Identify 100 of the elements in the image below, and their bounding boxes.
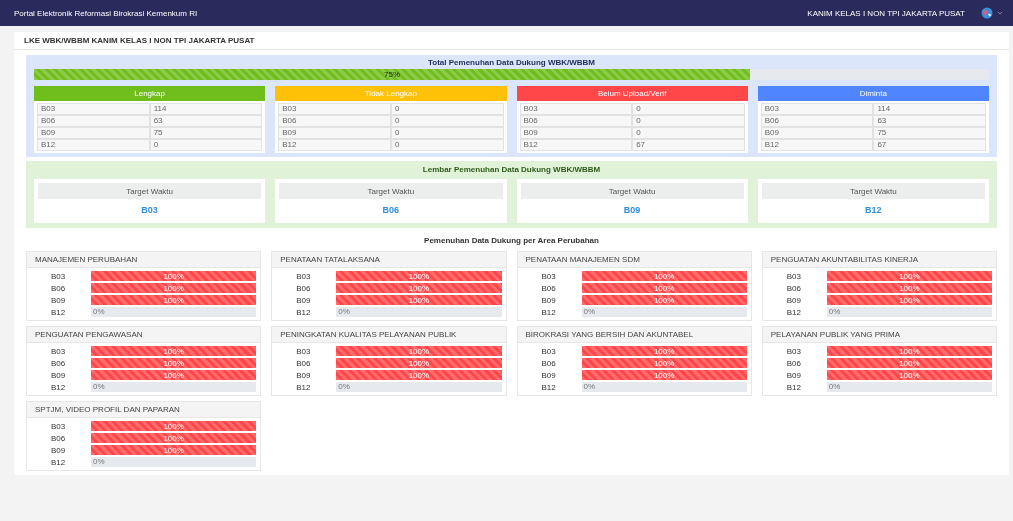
- progress-fill: 100%: [581, 346, 747, 356]
- progress-reading: 0%: [93, 457, 105, 467]
- progress-fill: 100%: [826, 271, 992, 281]
- progress-fill: 100%: [91, 346, 257, 356]
- period-label: B03: [540, 346, 557, 356]
- progress-fill: 100%: [91, 271, 257, 281]
- area-name: PENATAAN MANAJEMEN SDM: [517, 252, 751, 268]
- period-label: B06: [540, 283, 557, 293]
- target-link[interactable]: B03: [38, 205, 262, 215]
- progress-fill: 100%: [581, 271, 747, 281]
- table-cell: 75: [873, 127, 986, 139]
- progress-fill: 100%: [826, 283, 992, 293]
- progress-fill: 75%: [34, 69, 751, 80]
- period-label: B09: [540, 370, 557, 380]
- progress-fill: 100%: [336, 358, 502, 368]
- category-header: Diminta: [757, 86, 989, 101]
- target-link[interactable]: B12: [761, 205, 985, 215]
- category-header: Belum Upload/Verif: [516, 86, 748, 101]
- table-cell: 0: [390, 103, 504, 115]
- period-label: B06: [50, 283, 67, 293]
- table-cell: B06: [37, 115, 150, 127]
- period-label: B06: [785, 358, 802, 368]
- period-label: B03: [50, 271, 67, 281]
- areas-title: Pemenuhan Data Dukung per Area Perubahan: [423, 236, 600, 245]
- progress-reading: 0%: [338, 307, 350, 317]
- progress-fill: 100%: [336, 370, 502, 380]
- table-cell: B12: [760, 139, 874, 151]
- period-label: B09: [295, 370, 312, 380]
- target-label: Target Waktu: [279, 183, 503, 199]
- period-label: B12: [50, 307, 67, 317]
- user-name[interactable]: KANIM KELAS I NON TPI JAKARTA PUSAT: [807, 8, 965, 18]
- period-label: B12: [295, 307, 312, 317]
- period-label: B12: [540, 382, 557, 392]
- period-label: B03: [785, 271, 802, 281]
- table-cell: 67: [873, 139, 986, 151]
- progress-reading: 0%: [828, 307, 841, 317]
- table-cell: 0: [149, 139, 263, 151]
- table-cell: B03: [519, 103, 633, 115]
- caret-icon[interactable]: [997, 10, 1003, 16]
- progress-fill: 100%: [581, 358, 747, 368]
- progress-reading: 0%: [93, 307, 105, 317]
- table-cell: 0: [390, 127, 504, 139]
- table-cell: 63: [873, 115, 986, 127]
- progress-reading: 0%: [583, 307, 596, 317]
- period-label: B06: [50, 433, 67, 443]
- progress-fill: 100%: [336, 295, 502, 305]
- period-label: B09: [50, 445, 67, 455]
- period-label: B12: [295, 382, 312, 392]
- category-header: Tidak Lengkap: [275, 86, 507, 101]
- area-name: PENINGKATAN KUALITAS PELAYANAN PUBLIK: [272, 327, 506, 343]
- area-name: PELAYANAN PUBLIK YANG PRIMA: [762, 327, 996, 343]
- table-cell: B03: [760, 103, 874, 115]
- area-name: SPTJM, VIDEO PROFIL DAN PAPARAN: [27, 402, 261, 418]
- progress-fill: 100%: [826, 346, 992, 356]
- progress-fill: 100%: [91, 370, 257, 380]
- period-label: B06: [50, 358, 67, 368]
- table-cell: B09: [760, 127, 874, 139]
- progress-fill: 100%: [91, 283, 257, 293]
- period-label: B12: [540, 307, 557, 317]
- summary-title: Total Pemenuhan Data Dukung WBK/WBBM: [427, 58, 596, 67]
- table-cell: B12: [278, 139, 391, 151]
- progress-fill: 100%: [91, 421, 257, 431]
- table-cell: B12: [37, 139, 150, 151]
- globe-icon[interactable]: [981, 7, 993, 19]
- progress-reading: 0%: [93, 382, 105, 392]
- progress-fill: 100%: [336, 346, 502, 356]
- period-label: B12: [50, 382, 67, 392]
- table-cell: 0: [632, 115, 745, 127]
- progress-fill: 100%: [826, 295, 992, 305]
- table-cell: 0: [632, 103, 745, 115]
- period-label: B09: [295, 295, 312, 305]
- app-title: Portal Elektronik Reformasi Birokrasi Kemenkum RI: [14, 8, 199, 18]
- targets-title: Lembar Pemenuhan Data Dukung WBK/WBBM: [421, 165, 602, 174]
- period-label: B12: [785, 307, 802, 317]
- progress-reading: 0%: [828, 382, 841, 392]
- table-cell: B06: [278, 115, 391, 127]
- period-label: B09: [50, 295, 67, 305]
- progress-fill: 100%: [91, 358, 257, 368]
- target-label: Target Waktu: [38, 183, 262, 199]
- period-label: B06: [785, 283, 802, 293]
- period-label: B03: [295, 271, 312, 281]
- progress-fill: 100%: [336, 283, 502, 293]
- period-label: B03: [540, 271, 557, 281]
- table-cell: B12: [519, 139, 633, 151]
- table-cell: B09: [519, 127, 633, 139]
- area-name: PENATAAN TATALAKSANA: [272, 252, 506, 268]
- table-cell: B03: [278, 103, 391, 115]
- target-link[interactable]: B09: [520, 205, 744, 215]
- table-cell: B06: [760, 115, 874, 127]
- target-link[interactable]: B06: [279, 205, 503, 215]
- table-cell: 0: [632, 127, 745, 139]
- table-cell: B09: [278, 127, 391, 139]
- table-cell: B09: [37, 127, 150, 139]
- progress-reading: 0%: [583, 382, 596, 392]
- period-label: B12: [785, 382, 802, 392]
- area-name: PENGUATAN PENGAWASAN: [27, 327, 261, 343]
- page-title: LKE WBK/WBBM KANIM KELAS I NON TPI JAKARTA PUSAT: [14, 32, 1009, 50]
- table-cell: 67: [632, 139, 745, 151]
- progress-fill: 100%: [581, 370, 747, 380]
- progress-fill: 100%: [91, 433, 257, 443]
